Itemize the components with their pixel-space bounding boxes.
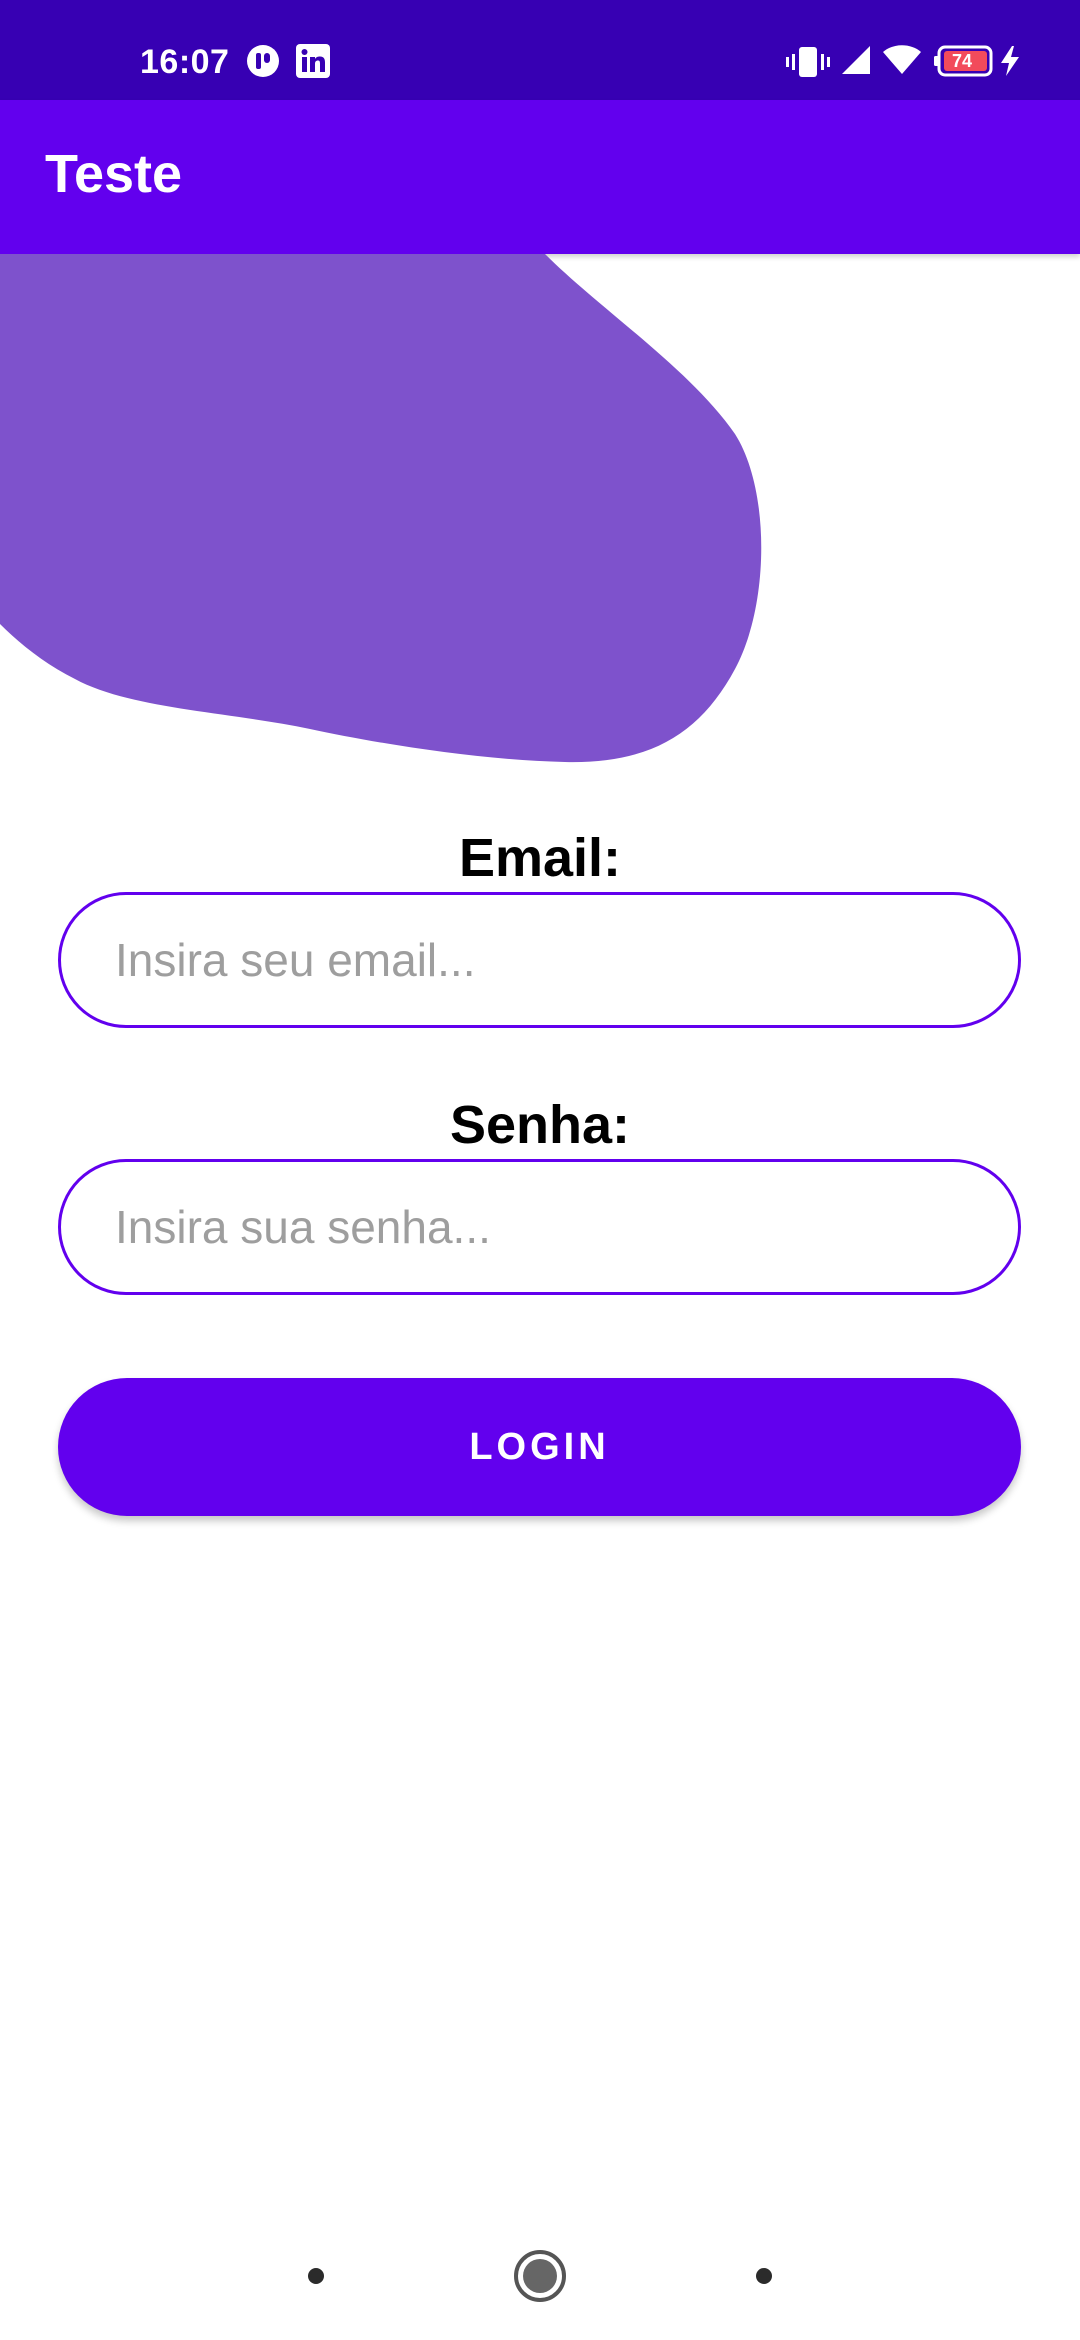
- email-label: Email:: [458, 828, 622, 888]
- app-notification-icon: [246, 44, 280, 83]
- linkedin-icon: [296, 44, 330, 83]
- signal-icon: [840, 44, 872, 81]
- vibrate-icon: [786, 46, 830, 83]
- status-bar: 16:07 74: [0, 0, 1080, 100]
- app-title: Teste: [45, 144, 183, 204]
- status-time: 16:07: [140, 43, 230, 81]
- password-input[interactable]: [58, 1159, 1021, 1295]
- password-label: Senha:: [449, 1095, 631, 1155]
- charging-icon: [1000, 46, 1020, 81]
- wifi-icon: [882, 44, 922, 81]
- email-input[interactable]: [58, 892, 1021, 1028]
- battery-icon: 74: [934, 45, 994, 82]
- recents-button[interactable]: [755, 2267, 773, 2290]
- app-bar: Teste: [0, 100, 1080, 254]
- login-button[interactable]: LOGIN: [58, 1378, 1021, 1516]
- back-button[interactable]: [307, 2267, 325, 2290]
- decorative-blob: [0, 254, 762, 763]
- home-button[interactable]: [513, 2249, 567, 2308]
- battery-level: 74: [952, 51, 973, 71]
